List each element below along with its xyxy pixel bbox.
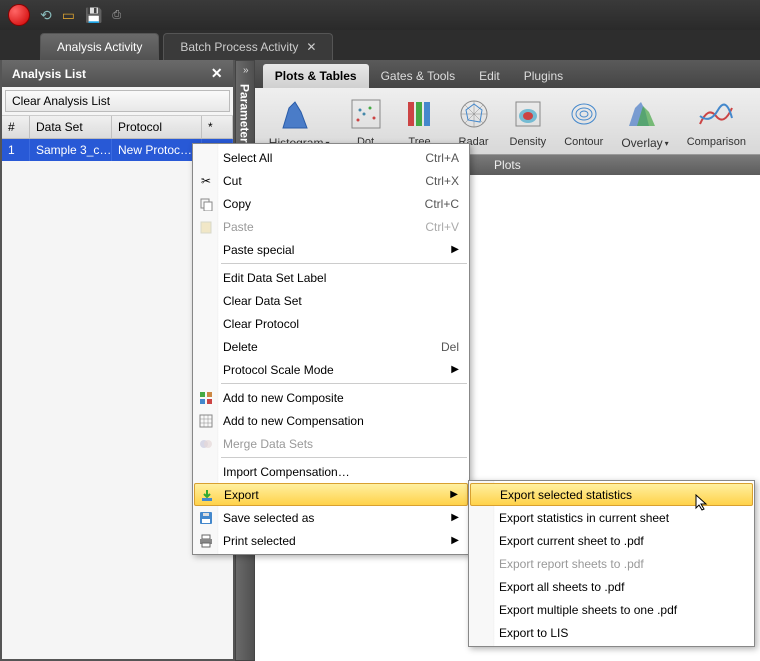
menu-print[interactable]: Print selected▶ — [193, 529, 469, 552]
close-icon[interactable]: ✕ — [306, 40, 316, 54]
overlay-icon — [627, 96, 663, 132]
chevron-right-icon: ▶ — [451, 535, 459, 546]
submenu-export-current-pdf[interactable]: Export current sheet to .pdf — [469, 529, 754, 552]
panel-header: Analysis List ✕ — [2, 60, 233, 87]
chevron-right-icon: ▶ — [451, 244, 459, 255]
saveall-icon[interactable]: ⎙ — [112, 9, 121, 22]
wifi-icon[interactable]: ⟲ — [40, 7, 52, 24]
compensation-icon — [197, 413, 215, 429]
tab-batch-process[interactable]: Batch Process Activity ✕ — [163, 33, 333, 60]
context-menu: Select AllCtrl+A ✂CutCtrl+X CopyCtrl+C P… — [192, 143, 470, 555]
tab-plots-tables[interactable]: Plots & Tables — [263, 64, 369, 88]
tab-plugins[interactable]: Plugins — [512, 64, 575, 88]
tree-icon — [402, 96, 438, 132]
submenu-export-selected-stats[interactable]: Export selected statistics — [470, 483, 753, 506]
ribbon-tabs: Plots & Tables Gates & Tools Edit Plugin… — [255, 60, 760, 88]
menu-paste-special[interactable]: Paste special▶ — [193, 238, 469, 261]
submenu-export-report-pdf: Export report sheets to .pdf — [469, 552, 754, 575]
col-protocol[interactable]: Protocol — [112, 116, 202, 138]
chevron-right-icon: ▶ — [451, 512, 459, 523]
open-icon[interactable]: ▭ — [62, 7, 75, 24]
separator — [221, 383, 467, 384]
tab-label: Analysis Activity — [57, 40, 142, 54]
app-logo-icon — [8, 4, 30, 26]
scissors-icon: ✂ — [197, 173, 215, 189]
menu-paste: PasteCtrl+V — [193, 215, 469, 238]
dot-icon — [348, 96, 384, 132]
activity-tabbar: Analysis Activity Batch Process Activity… — [0, 30, 760, 60]
chevron-right-icon: ▶ — [451, 364, 459, 375]
merge-icon — [197, 436, 215, 452]
save-icon — [197, 510, 215, 526]
clear-analysis-button[interactable]: Clear Analysis List — [5, 90, 230, 112]
menu-save-as[interactable]: Save selected as▶ — [193, 506, 469, 529]
comparison-icon — [698, 96, 734, 132]
cell-dataset: Sample 3_c… — [30, 139, 112, 161]
menu-clear-dataset[interactable]: Clear Data Set — [193, 289, 469, 312]
tab-label: Batch Process Activity — [180, 40, 298, 54]
menu-copy[interactable]: CopyCtrl+C — [193, 192, 469, 215]
menu-clear-protocol[interactable]: Clear Protocol — [193, 312, 469, 335]
chevron-down-icon: ▾ — [665, 139, 669, 148]
submenu-export-all-pdf[interactable]: Export all sheets to .pdf — [469, 575, 754, 598]
composite-icon — [197, 390, 215, 406]
submenu-export-current-stats[interactable]: Export statistics in current sheet — [469, 506, 754, 529]
export-icon — [198, 487, 216, 503]
menu-merge: Merge Data Sets — [193, 432, 469, 455]
menu-scale-mode[interactable]: Protocol Scale Mode▶ — [193, 358, 469, 381]
contour-button[interactable]: Contour — [558, 94, 609, 152]
save-icon[interactable]: 💾 — [85, 7, 102, 24]
table-header: # Data Set Protocol * — [2, 115, 233, 139]
contour-icon — [566, 96, 602, 132]
paste-icon — [197, 219, 215, 235]
menu-add-composite[interactable]: Add to new Composite — [193, 386, 469, 409]
print-icon — [197, 533, 215, 549]
col-index[interactable]: # — [2, 116, 30, 138]
separator — [221, 457, 467, 458]
close-icon[interactable]: ✕ — [211, 65, 223, 82]
cell-protocol: New Protoc… — [112, 139, 202, 161]
panel-title: Analysis List — [12, 67, 86, 81]
menu-import-comp[interactable]: Import Compensation… — [193, 460, 469, 483]
menu-cut[interactable]: ✂CutCtrl+X — [193, 169, 469, 192]
submenu-export-lis[interactable]: Export to LIS — [469, 621, 754, 644]
expand-icon[interactable]: » — [243, 65, 247, 76]
col-star[interactable]: * — [202, 116, 233, 138]
overlay-button[interactable]: Overlay▾ — [615, 94, 674, 152]
menu-delete[interactable]: DeleteDel — [193, 335, 469, 358]
copy-icon — [197, 196, 215, 212]
separator — [221, 263, 467, 264]
menu-select-all[interactable]: Select AllCtrl+A — [193, 146, 469, 169]
tab-edit[interactable]: Edit — [467, 64, 512, 88]
tab-gates-tools[interactable]: Gates & Tools — [369, 64, 467, 88]
submenu-export-multi-pdf[interactable]: Export multiple sheets to one .pdf — [469, 598, 754, 621]
col-dataset[interactable]: Data Set — [30, 116, 112, 138]
cell-index: 1 — [2, 139, 30, 161]
radar-icon — [456, 96, 492, 132]
export-submenu: Export selected statistics Export statis… — [468, 480, 755, 647]
density-icon — [510, 96, 546, 132]
menu-add-compensation[interactable]: Add to new Compensation — [193, 409, 469, 432]
histogram-icon — [281, 96, 317, 132]
titlebar: ⟲ ▭ 💾 ⎙ — [0, 0, 760, 30]
density-button[interactable]: Density — [504, 94, 553, 152]
comparison-button[interactable]: Comparison — [681, 94, 752, 152]
parameters-label: Parameters — [238, 84, 252, 149]
menu-export[interactable]: Export▶ — [194, 483, 468, 506]
menu-edit-label[interactable]: Edit Data Set Label — [193, 266, 469, 289]
chevron-right-icon: ▶ — [450, 489, 458, 500]
tab-analysis-activity[interactable]: Analysis Activity — [40, 33, 159, 60]
